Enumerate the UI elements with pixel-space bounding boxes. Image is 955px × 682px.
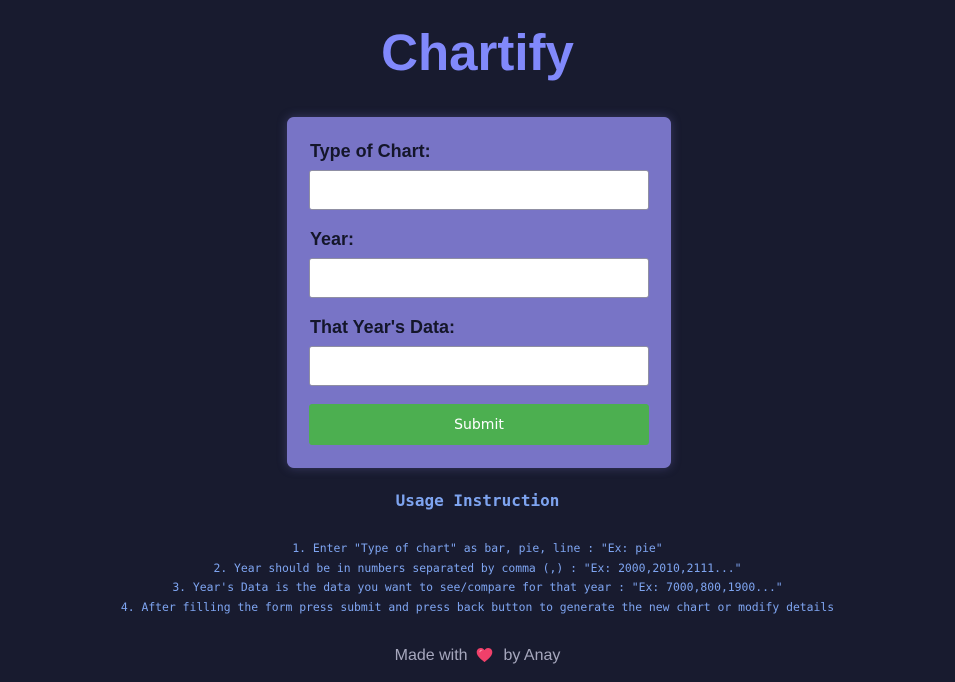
footer: Made with by Anay (0, 645, 955, 670)
year-data-input[interactable] (309, 346, 649, 386)
chart-form: Type of Chart: Year: That Year's Data: S… (287, 117, 671, 468)
instruction-item: 4. After filling the form press submit a… (120, 600, 835, 615)
app-title: Chartify (381, 24, 574, 81)
footer-prefix: Made with (394, 647, 468, 664)
usage-instructions: 1. Enter "Type of chart" as bar, pie, li… (0, 539, 955, 618)
year-data-label: That Year's Data: (310, 317, 456, 337)
footer-suffix: by Anay (503, 647, 561, 664)
heart-icon (476, 647, 493, 670)
page: Chartify Type of Chart: Year: That Year'… (0, 0, 955, 682)
instruction-item: 1. Enter "Type of chart" as bar, pie, li… (292, 541, 663, 555)
submit-button[interactable]: Submit (309, 404, 649, 445)
chart-type-label: Type of Chart: (310, 141, 431, 161)
instruction-item: 2. Year should be in numbers separated b… (213, 560, 742, 575)
chart-type-input[interactable] (309, 170, 649, 210)
instruction-item: 3. Year's Data is the data you want to s… (172, 580, 783, 595)
year-input[interactable] (309, 258, 649, 298)
year-label: Year: (310, 229, 355, 249)
usage-title: Usage Instruction (395, 491, 560, 510)
